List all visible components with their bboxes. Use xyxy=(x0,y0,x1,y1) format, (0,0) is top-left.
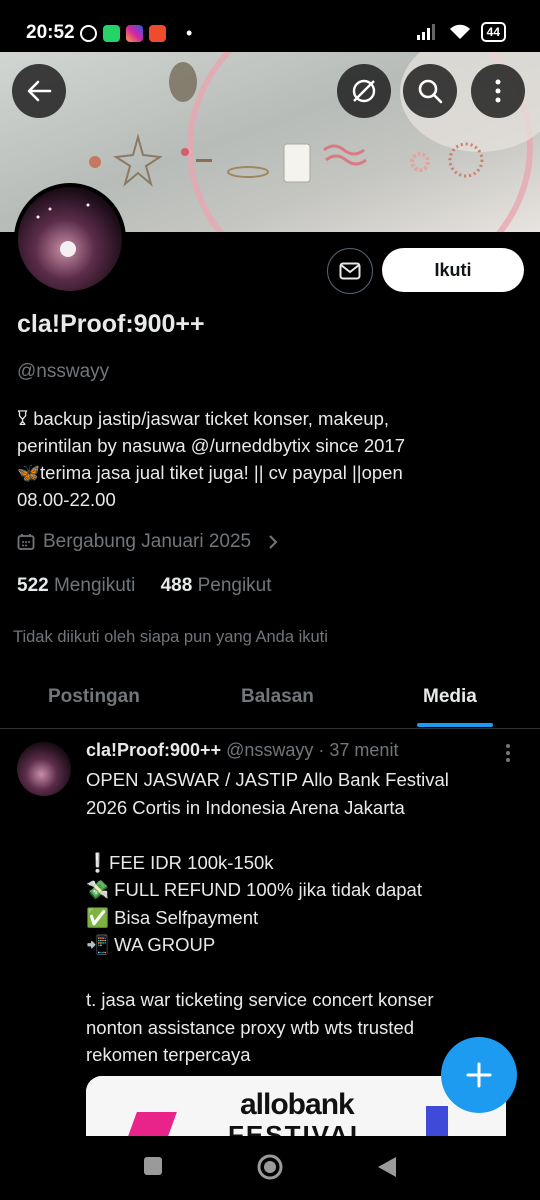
recents-button[interactable] xyxy=(143,1156,163,1181)
tweet-more-button[interactable] xyxy=(505,744,511,767)
follow-stats: 522 Mengikuti 488 Pengikut xyxy=(17,575,272,597)
back-arrow-icon xyxy=(27,80,52,102)
more-vertical-icon xyxy=(495,79,501,103)
media-logo-text: allobank xyxy=(240,1088,355,1121)
compose-button[interactable] xyxy=(441,1037,517,1113)
mail-icon xyxy=(339,262,361,280)
tab-replies[interactable]: Balasan xyxy=(241,686,314,708)
nav-back-button[interactable] xyxy=(376,1155,398,1184)
plus-icon xyxy=(466,1062,492,1088)
joined-date[interactable]: Bergabung Januari 2025 xyxy=(17,531,279,553)
following-label: Mengikuti xyxy=(53,575,136,596)
signal-icon xyxy=(416,24,435,40)
tab-posts[interactable]: Postingan xyxy=(48,686,140,708)
tweet-author-handle: @nsswayy xyxy=(226,740,314,760)
more-options-button[interactable] xyxy=(471,64,525,118)
tweet-time: 37 menit xyxy=(329,740,399,760)
calendar-icon xyxy=(17,534,35,550)
more-vertical-icon xyxy=(506,744,510,762)
whatsapp-icon xyxy=(103,25,120,42)
home-icon xyxy=(257,1154,283,1180)
follow-button[interactable]: Ikuti xyxy=(382,248,524,292)
following-link[interactable]: 522 Mengikuti xyxy=(17,575,135,596)
profile-avatar[interactable] xyxy=(14,183,126,295)
following-count: 522 xyxy=(17,575,49,596)
dot-icon: • xyxy=(186,23,193,43)
followers-link[interactable]: 488 Pengikut xyxy=(161,575,272,596)
back-icon xyxy=(378,1157,396,1177)
tweet-header: cla!Proof:900++ @nsswayy · 37 menit xyxy=(86,740,398,761)
battery-indicator: 44 xyxy=(480,22,506,42)
status-time: 20:52 xyxy=(26,22,75,43)
system-nav-bar xyxy=(0,1136,540,1200)
search-icon xyxy=(418,79,443,104)
dnd-icon xyxy=(80,25,97,42)
instagram-icon xyxy=(126,25,143,42)
profile-bio: 𐃯 backup jastip/jaswar ticket konser, ma… xyxy=(17,408,405,510)
wifi-icon xyxy=(449,24,470,39)
shopee-icon xyxy=(149,25,166,42)
followed-by-note: Tidak diikuti oleh siapa pun yang Anda i… xyxy=(13,628,328,646)
home-button[interactable] xyxy=(256,1153,284,1186)
back-button[interactable] xyxy=(12,64,66,118)
tweet-author-name[interactable]: cla!Proof:900++ xyxy=(86,740,221,760)
tweet-text: OPEN JASWAR / JASTIP Allo Bank Festival … xyxy=(86,769,449,1065)
followers-label: Pengikut xyxy=(197,575,272,596)
avatar-image xyxy=(36,203,90,257)
recents-icon xyxy=(144,1157,162,1175)
chevron-right-icon xyxy=(269,535,278,549)
separator-dot: · xyxy=(318,740,325,760)
message-button[interactable] xyxy=(327,248,373,294)
followers-count: 488 xyxy=(160,575,193,596)
user-handle: @nsswayy xyxy=(17,361,110,382)
grok-button[interactable] xyxy=(337,64,391,118)
search-button[interactable] xyxy=(403,64,457,118)
joined-label: Bergabung Januari 2025 xyxy=(43,531,252,552)
notification-icons: • xyxy=(80,23,192,44)
media-subtext: FESTIVAL xyxy=(228,1120,368,1136)
tweet-avatar[interactable] xyxy=(17,742,71,796)
display-name: cla!Proof:900++ xyxy=(17,310,205,338)
status-bar: 20:52 • 44 xyxy=(0,0,540,52)
active-tab-indicator xyxy=(417,723,493,727)
grok-icon xyxy=(352,79,376,103)
tab-media[interactable]: Media xyxy=(423,686,477,708)
profile-tabs: Postingan Balasan Media xyxy=(0,672,540,729)
